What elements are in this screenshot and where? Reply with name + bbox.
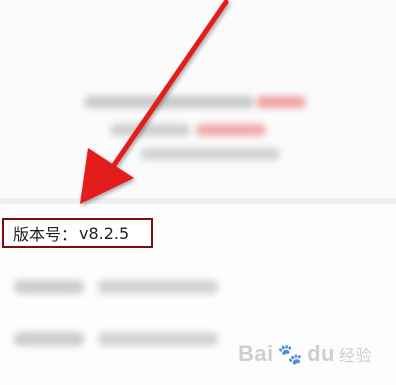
watermark-brand: Bai	[237, 341, 274, 366]
baidu-jingyan-watermark: Bai 🐾 du 经验	[238, 341, 372, 367]
watermark-cn-text: 经验	[338, 348, 372, 365]
red-arrow-annotation	[80, 0, 229, 204]
paw-icon: 🐾	[277, 343, 304, 366]
watermark-brand-suffix: du	[307, 341, 335, 366]
